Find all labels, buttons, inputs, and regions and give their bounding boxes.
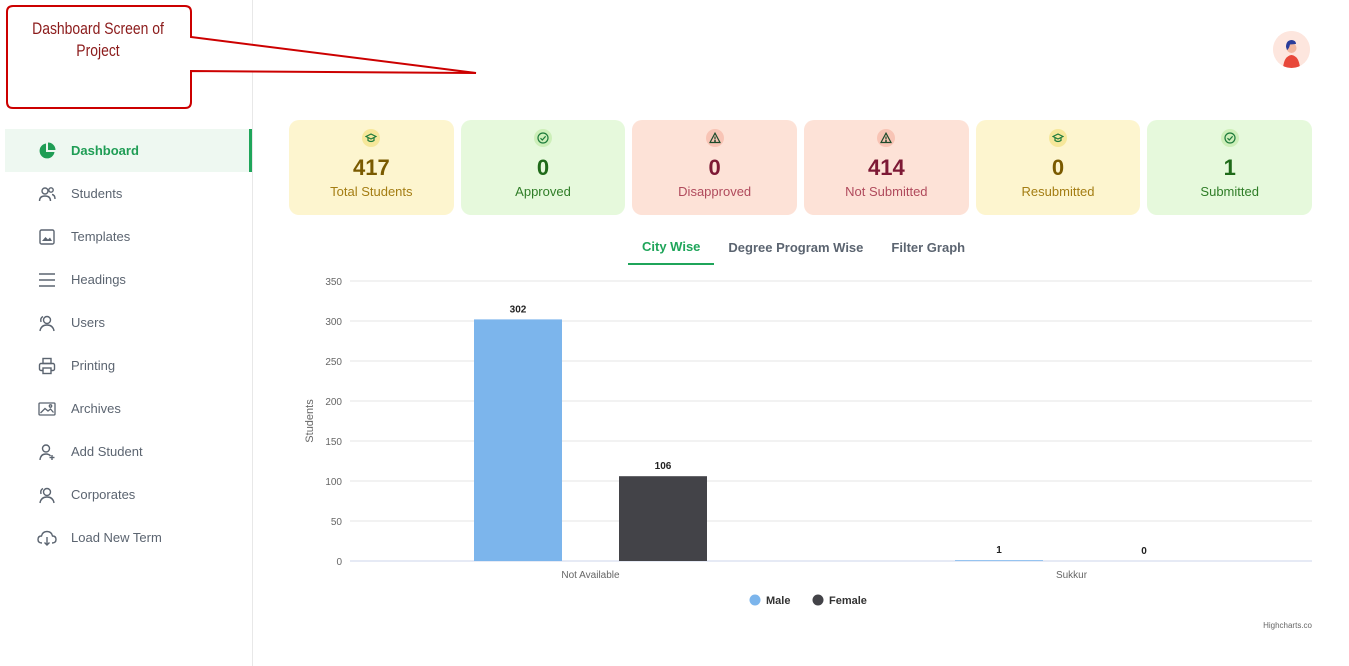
sidebar-item-label: Templates <box>71 229 131 244</box>
x-tick-label: Not Available <box>561 570 620 581</box>
sidebar-item-label: Corporates <box>71 487 136 502</box>
users-outline-icon <box>37 313 57 333</box>
stat-label: Resubmitted <box>1021 184 1095 199</box>
check-circle-icon <box>534 129 552 147</box>
stat-card-disapproved[interactable]: 0 Disapproved <box>632 120 798 215</box>
bar-male-not-available <box>474 319 562 561</box>
stat-card-approved[interactable]: 0 Approved <box>460 120 626 215</box>
y-tick-label: 150 <box>325 437 342 448</box>
printer-icon <box>37 356 57 376</box>
sidebar-item-label: Dashboard <box>71 143 139 158</box>
user-add-icon <box>37 442 57 462</box>
y-tick-label: 100 <box>325 477 342 488</box>
callout-line-2: Project <box>76 41 120 60</box>
callout-text: Dashboard Screen of Project <box>29 18 167 62</box>
y-tick-label: 300 <box>325 317 342 328</box>
pie-chart-icon <box>37 141 57 161</box>
stat-label: Disapproved <box>678 184 752 199</box>
legend-item-male: Male <box>766 595 790 607</box>
legend-marker-female <box>812 594 824 606</box>
sidebar-item-add-student[interactable]: Add Student <box>5 430 252 473</box>
sidebar-item-headings[interactable]: Headings <box>5 258 252 301</box>
warning-triangle-icon <box>877 129 896 147</box>
stat-label: Submitted <box>1200 184 1259 199</box>
warning-triangle-icon <box>705 129 724 147</box>
stat-card-submitted[interactable]: 1 Submitted <box>1147 120 1313 215</box>
tab-degree-program-wise[interactable]: Degree Program Wise <box>714 230 877 265</box>
users-icon <box>37 184 57 204</box>
stat-value: 414 <box>867 155 905 180</box>
user-avatar-icon <box>1273 31 1310 68</box>
sidebar-item-students[interactable]: Students <box>5 172 252 215</box>
check-circle-icon <box>1220 129 1239 147</box>
sidebar-item-templates[interactable]: Templates <box>5 215 252 258</box>
sidebar-item-label: Load New Term <box>71 530 162 545</box>
legend-marker-male <box>749 594 761 606</box>
stat-value: 417 <box>352 155 390 180</box>
graduation-cap-icon <box>1049 129 1068 147</box>
stat-card-not-submitted[interactable]: 414 Not Submitted <box>804 120 969 215</box>
sidebar-item-label: Printing <box>71 358 116 373</box>
sidebar-item-label: Students <box>71 186 123 201</box>
stats-cards: 417 Total Students 0 Approved 0 Disappro… <box>289 120 1313 215</box>
chart-credits: Highcharts.co <box>1263 621 1312 630</box>
data-label: 302 <box>510 304 527 315</box>
data-label: 106 <box>655 461 672 472</box>
chart-tabs: City Wise Degree Program Wise Filter Gra… <box>628 230 979 266</box>
y-axis-title: Students <box>304 399 316 443</box>
sidebar-item-label: Users <box>71 315 105 330</box>
app-window: Dashboard Screen of Project Dashboard St… <box>0 0 1349 666</box>
image-frame-icon <box>37 227 57 247</box>
sidebar-item-label: Headings <box>71 272 126 287</box>
sidebar-item-dashboard[interactable]: Dashboard <box>5 129 252 172</box>
sidebar-item-archives[interactable]: Archives <box>5 387 252 430</box>
sidebar-item-label: Archives <box>71 401 121 416</box>
y-tick-label: 250 <box>325 357 342 368</box>
users-outline-icon <box>37 485 57 505</box>
tab-city-wise[interactable]: City Wise <box>628 230 715 265</box>
sidebar-item-corporates[interactable]: Corporates <box>5 473 252 516</box>
stat-value: 0 <box>1051 155 1065 180</box>
city-wise-chart: 0 50 100 150 200 250 300 350 Students Not Availab… <box>290 270 1320 635</box>
callout-line-1: Dashboard Screen of <box>32 19 164 38</box>
stat-value: 1 <box>1223 155 1236 180</box>
y-tick-label: 200 <box>325 397 342 408</box>
x-tick-label: Sukkur <box>1056 570 1088 581</box>
y-tick-label: 50 <box>331 517 343 528</box>
stat-card-resubmitted[interactable]: 0 Resubmitted <box>975 120 1141 215</box>
legend-item-female: Female <box>829 595 867 607</box>
avatar[interactable] <box>1273 31 1310 68</box>
y-tick-label: 0 <box>336 557 342 568</box>
picture-icon <box>37 399 57 419</box>
data-label: 1 <box>996 545 1002 556</box>
stat-label: Not Submitted <box>845 184 928 199</box>
stat-label: Approved <box>515 184 571 199</box>
stat-value: 0 <box>708 155 721 180</box>
stat-label: Total Students <box>330 184 413 199</box>
sidebar-item-users[interactable]: Users <box>5 301 252 344</box>
y-tick-label: 350 <box>325 277 342 288</box>
sidebar-item-printing[interactable]: Printing <box>5 344 252 387</box>
sidebar-item-load-new-term[interactable]: Load New Term <box>5 516 252 559</box>
data-label: 0 <box>1141 546 1147 557</box>
bar-female-not-available <box>619 476 707 561</box>
bar-male-sukkur <box>955 560 1043 561</box>
stat-card-total-students[interactable]: 417 Total Students <box>289 120 454 215</box>
sidebar-nav: Dashboard Students Templates Headings Us… <box>5 129 252 559</box>
tab-filter-graph[interactable]: Filter Graph <box>877 230 979 265</box>
stat-value: 0 <box>536 155 550 180</box>
cloud-download-icon <box>37 528 57 548</box>
sidebar-item-label: Add Student <box>71 444 143 459</box>
bar-chart: 0 50 100 150 200 250 300 350 Students Not Availab… <box>304 277 1313 630</box>
graduation-cap-icon <box>362 129 381 147</box>
menu-lines-icon <box>37 270 57 290</box>
